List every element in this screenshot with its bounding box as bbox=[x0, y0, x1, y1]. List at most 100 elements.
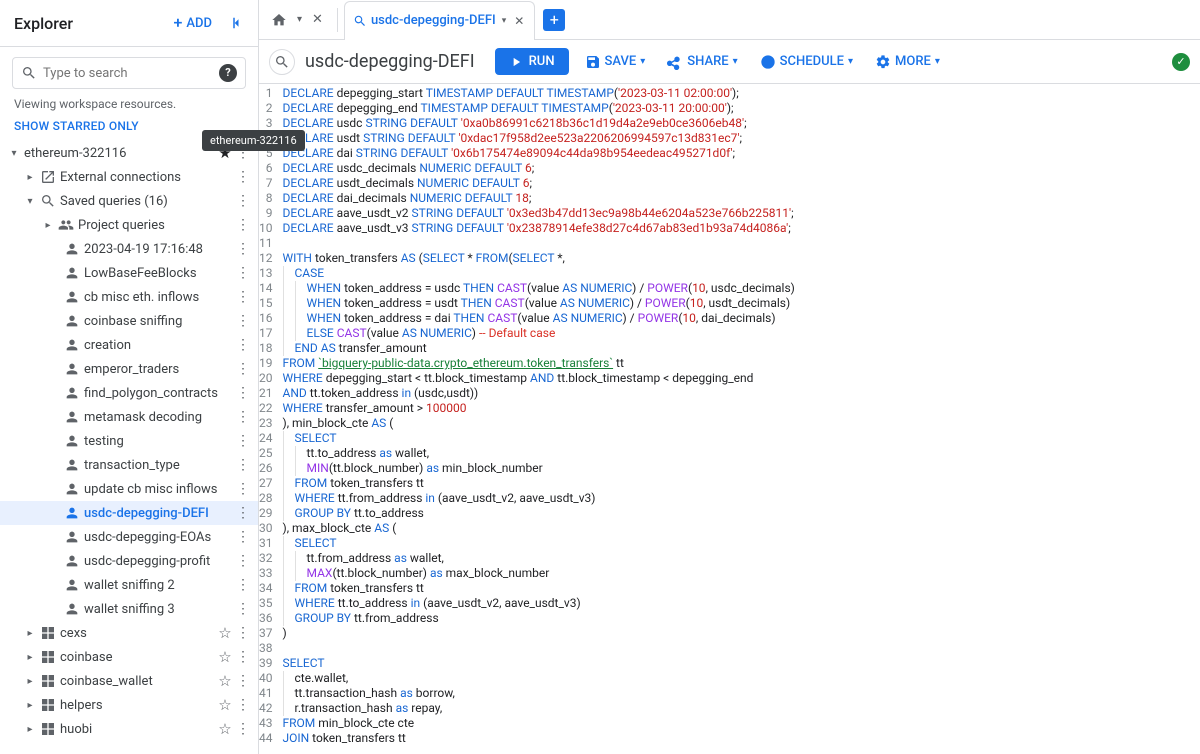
help-icon[interactable]: ? bbox=[219, 64, 237, 82]
query-title: usdc-depegging-DEFI bbox=[305, 51, 475, 72]
saved-query-item[interactable]: usdc-depegging-EOAs⋮ bbox=[0, 525, 258, 549]
line-gutter: 1234567891011121314151617181920212223242… bbox=[259, 84, 283, 754]
home-icon[interactable] bbox=[267, 8, 291, 32]
code-editor[interactable]: 1234567891011121314151617181920212223242… bbox=[259, 84, 1200, 754]
kebab-icon[interactable]: ⋮ bbox=[234, 433, 252, 449]
tab-active[interactable]: usdc-depegging-DEFI ▾ ✕ bbox=[344, 1, 535, 40]
kebab-icon[interactable]: ⋮ bbox=[234, 577, 252, 593]
project-queries-node[interactable]: ▸ Project queries ⋮ bbox=[0, 213, 258, 237]
kebab-icon[interactable]: ⋮ bbox=[234, 457, 252, 473]
dataset-item[interactable]: ▸coinbase_wallet☆⋮ bbox=[0, 669, 258, 693]
star-outline-icon[interactable]: ☆ bbox=[216, 696, 234, 714]
saved-query-item[interactable]: update cb misc inflows⋮ bbox=[0, 477, 258, 501]
kebab-icon[interactable]: ⋮ bbox=[234, 721, 252, 737]
saved-query-item[interactable]: usdc-depegging-profit⋮ bbox=[0, 549, 258, 573]
collapse-sidebar-button[interactable] bbox=[224, 10, 250, 36]
caret-right-icon[interactable]: ▸ bbox=[40, 220, 56, 231]
caret-right-icon[interactable]: ▸ bbox=[22, 700, 38, 711]
star-outline-icon[interactable]: ☆ bbox=[216, 672, 234, 690]
chevron-down-icon[interactable]: ▾ bbox=[500, 16, 509, 26]
caret-right-icon[interactable]: ▸ bbox=[22, 628, 38, 639]
saved-query-item[interactable]: metamask decoding⋮ bbox=[0, 405, 258, 429]
kebab-icon[interactable]: ⋮ bbox=[234, 529, 252, 545]
kebab-icon[interactable]: ⋮ bbox=[234, 649, 252, 665]
search-box[interactable]: ? bbox=[12, 57, 246, 89]
saved-query-item[interactable]: find_polygon_contracts⋮ bbox=[0, 381, 258, 405]
kebab-icon[interactable]: ⋮ bbox=[234, 337, 252, 353]
dataset-icon bbox=[38, 697, 58, 713]
validation-ok-icon[interactable]: ✓ bbox=[1172, 53, 1190, 71]
tab-label: usdc-depegging-DEFI bbox=[371, 13, 496, 28]
kebab-icon[interactable]: ⋮ bbox=[234, 313, 252, 329]
share-button[interactable]: SHARE▾ bbox=[661, 50, 743, 74]
saved-query-item[interactable]: 2023-04-19 17:16:48⋮ bbox=[0, 237, 258, 261]
query-type-icon[interactable] bbox=[269, 49, 295, 75]
saved-query-item[interactable]: emperor_traders⋮ bbox=[0, 357, 258, 381]
kebab-icon[interactable]: ⋮ bbox=[234, 169, 252, 185]
kebab-icon[interactable]: ⋮ bbox=[234, 505, 252, 521]
caret-down-icon[interactable]: ▾ bbox=[6, 148, 22, 159]
kebab-icon[interactable]: ⋮ bbox=[234, 241, 252, 257]
add-button[interactable]: + ADD bbox=[166, 11, 220, 35]
kebab-icon[interactable]: ⋮ bbox=[234, 385, 252, 401]
saved-queries-node[interactable]: ▾ Saved queries (16) ⋮ bbox=[0, 189, 258, 213]
star-outline-icon[interactable]: ☆ bbox=[216, 720, 234, 738]
kebab-icon[interactable]: ⋮ bbox=[234, 265, 252, 281]
kebab-icon[interactable]: ⋮ bbox=[234, 673, 252, 689]
saved-query-item[interactable]: usdc-depegging-DEFI⋮ bbox=[0, 501, 258, 525]
saved-query-label: metamask decoding bbox=[82, 410, 234, 425]
kebab-icon[interactable]: ⋮ bbox=[234, 289, 252, 305]
kebab-icon[interactable]: ⋮ bbox=[234, 697, 252, 713]
kebab-icon[interactable]: ⋮ bbox=[234, 481, 252, 497]
saved-query-item[interactable]: testing⋮ bbox=[0, 429, 258, 453]
new-tab-button[interactable]: + bbox=[543, 9, 565, 31]
dataset-item[interactable]: ▸cexs☆⋮ bbox=[0, 621, 258, 645]
save-icon bbox=[585, 54, 601, 70]
kebab-icon[interactable]: ⋮ bbox=[234, 601, 252, 617]
run-button[interactable]: RUN bbox=[495, 48, 569, 75]
dataset-item[interactable]: ▸coinbase☆⋮ bbox=[0, 645, 258, 669]
toolbar: usdc-depegging-DEFI RUN SAVE▾ SHARE▾ SCH… bbox=[259, 40, 1200, 84]
search-input[interactable] bbox=[43, 66, 213, 81]
kebab-icon[interactable]: ⋮ bbox=[234, 625, 252, 641]
caret-right-icon[interactable]: ▸ bbox=[22, 724, 38, 735]
person-icon bbox=[62, 385, 82, 401]
kebab-icon[interactable]: ⋮ bbox=[234, 217, 252, 233]
kebab-icon[interactable]: ⋮ bbox=[234, 409, 252, 425]
saved-query-item[interactable]: coinbase sniffing⋮ bbox=[0, 309, 258, 333]
saved-query-label: usdc-depegging-EOAs bbox=[82, 530, 234, 545]
saved-query-item[interactable]: wallet sniffing 2⋮ bbox=[0, 573, 258, 597]
close-icon[interactable]: ✕ bbox=[512, 14, 526, 28]
kebab-icon[interactable]: ⋮ bbox=[234, 553, 252, 569]
sidebar-title: Explorer bbox=[14, 14, 73, 33]
caret-right-icon[interactable]: ▸ bbox=[22, 676, 38, 687]
external-connections-node[interactable]: ▸ External connections ⋮ bbox=[0, 165, 258, 189]
star-outline-icon[interactable]: ☆ bbox=[216, 624, 234, 642]
caret-right-icon[interactable]: ▸ bbox=[22, 172, 38, 183]
code-content[interactable]: DECLARE depegging_start TIMESTAMP DEFAUL… bbox=[283, 84, 795, 754]
saved-query-label: find_polygon_contracts bbox=[82, 386, 234, 401]
caret-down-icon[interactable]: ▾ bbox=[22, 196, 38, 207]
person-icon bbox=[62, 337, 82, 353]
saved-query-item[interactable]: wallet sniffing 3⋮ bbox=[0, 597, 258, 621]
saved-query-label: testing bbox=[82, 434, 234, 449]
dataset-item[interactable]: ▸huobi☆⋮ bbox=[0, 717, 258, 741]
save-button[interactable]: SAVE▾ bbox=[579, 50, 652, 74]
dataset-item[interactable]: ▸helpers☆⋮ bbox=[0, 693, 258, 717]
saved-query-item[interactable]: transaction_type⋮ bbox=[0, 453, 258, 477]
caret-right-icon[interactable]: ▸ bbox=[22, 652, 38, 663]
more-button[interactable]: MORE▾ bbox=[869, 50, 946, 74]
saved-query-item[interactable]: cb misc eth. inflows⋮ bbox=[0, 285, 258, 309]
close-icon[interactable]: ✕ bbox=[308, 8, 327, 31]
kebab-icon[interactable]: ⋮ bbox=[234, 361, 252, 377]
schedule-button[interactable]: SCHEDULE▾ bbox=[754, 50, 859, 74]
chevron-down-icon[interactable]: ▾ bbox=[293, 10, 306, 29]
chevron-down-icon: ▾ bbox=[733, 56, 738, 67]
saved-query-item[interactable]: LowBaseFeeBlocks⋮ bbox=[0, 261, 258, 285]
dataset-icon bbox=[38, 673, 58, 689]
collapse-left-icon bbox=[228, 14, 246, 32]
kebab-icon[interactable]: ⋮ bbox=[234, 193, 252, 209]
saved-query-item[interactable]: creation⋮ bbox=[0, 333, 258, 357]
clock-icon bbox=[760, 54, 776, 70]
star-outline-icon[interactable]: ☆ bbox=[216, 648, 234, 666]
